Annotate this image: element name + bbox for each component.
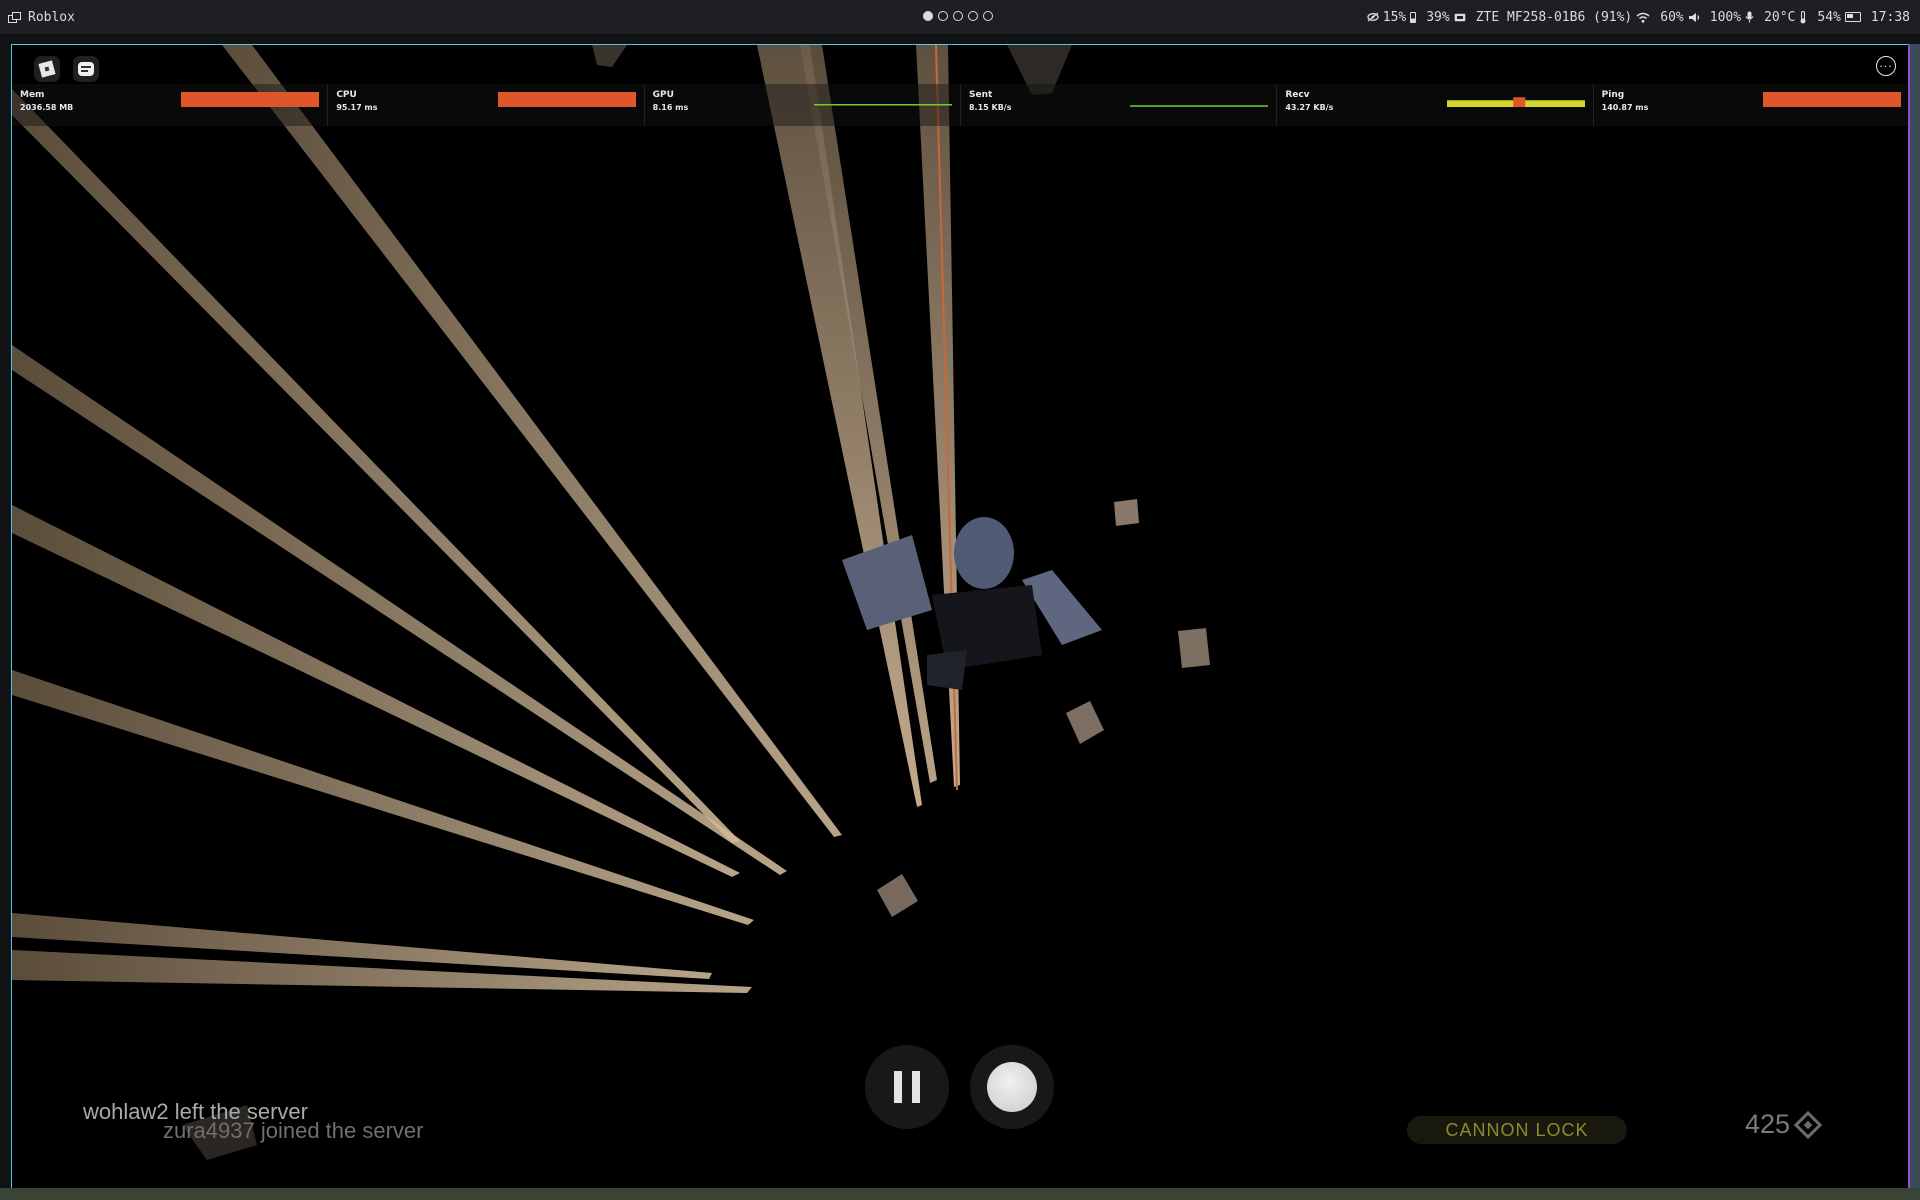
stat-name: CPU (336, 90, 357, 100)
workspace-5[interactable] (983, 11, 993, 21)
character-arm (842, 535, 932, 630)
battery-level: 54% (1817, 9, 1841, 25)
stat-graph (497, 92, 636, 107)
beam (800, 45, 937, 783)
pause-icon (894, 1071, 920, 1103)
system-tray: 15% 39% ZTE MF258-01B6 (91%) 60% 100% 20… (1367, 0, 1910, 34)
device-battery-level: 39% (1426, 9, 1450, 25)
game-scene (12, 45, 1210, 1160)
currency-amount: 425 (1745, 1109, 1791, 1139)
cannon-lock-button[interactable]: CANNON LOCK (1407, 1116, 1627, 1144)
volume-indicator[interactable]: 100% (1710, 10, 1754, 25)
stat-graph (1762, 92, 1901, 107)
record-icon (987, 1062, 1037, 1112)
device-battery-indicator[interactable]: 39% (1426, 9, 1466, 25)
desktop-background-strip (1908, 44, 1920, 1190)
roblox-logo-icon (38, 60, 56, 78)
network-indicator[interactable]: ZTE MF258-01B6 (91%) (1476, 10, 1651, 25)
stat-recv[interactable]: Recv 43.27 KB/s (1277, 84, 1594, 126)
network-name: ZTE MF258-01B6 (91%) (1475, 9, 1633, 25)
stat-cpu[interactable]: CPU 95.17 ms (328, 84, 645, 126)
window-icon (8, 11, 21, 23)
block (1178, 628, 1210, 668)
chat-button[interactable] (73, 56, 99, 82)
light-beams (12, 45, 960, 993)
battery-icon (1844, 12, 1861, 22)
clock-time: 17:38 (1870, 9, 1910, 25)
currency-display: 425 (1745, 1109, 1823, 1140)
brightness-level: 60% (1660, 9, 1684, 25)
stat-name: GPU (652, 90, 674, 100)
chat-bubble-icon (78, 62, 94, 76)
clock[interactable]: 17:38 (1871, 10, 1910, 25)
system-top-bar: Roblox 15% 39% ZTE MF258-01B6 (91%) 60% … (0, 0, 1920, 34)
stat-graph-fill (1762, 92, 1901, 107)
memory-icon (1454, 13, 1466, 21)
stat-gpu[interactable]: GPU 8.16 ms (645, 84, 961, 126)
volume-level: 100% (1709, 9, 1742, 25)
pause-button[interactable] (865, 1045, 949, 1129)
stat-value: 8.15 KB/s (968, 103, 1012, 112)
beam (12, 89, 740, 843)
desktop-background-strip (0, 1188, 1920, 1200)
cpu-usage: 15% (1382, 9, 1407, 25)
brightness-indicator[interactable]: 60% (1660, 10, 1699, 25)
device-battery-icon (1410, 11, 1417, 23)
stat-value: 140.87 ms (1601, 103, 1649, 112)
chat-feed-message: zura4937 joined the server (163, 1118, 424, 1143)
stat-value: 43.27 KB/s (1285, 103, 1334, 112)
record-button[interactable] (970, 1045, 1054, 1129)
cannon-lock-label: CANNON LOCK (1445, 1119, 1589, 1140)
workspace-switcher (923, 11, 993, 21)
stat-graph (181, 92, 320, 107)
stat-sent[interactable]: Sent 8.15 KB/s (961, 84, 1278, 126)
microphone-icon (1745, 11, 1754, 23)
speaker-icon (1688, 12, 1699, 22)
stat-name: Mem (20, 90, 45, 100)
stat-name: Recv (1285, 90, 1310, 100)
roblox-menu-button[interactable] (34, 56, 60, 82)
wifi-icon (1636, 12, 1650, 23)
beam (222, 45, 842, 837)
block (1066, 701, 1104, 744)
temperature-indicator[interactable]: 20°C (1764, 10, 1807, 25)
performance-stats-bar: Mem 2036.58 MB CPU 95.17 ms GPU 8.16 ms … (12, 84, 1909, 126)
stat-graph (1446, 97, 1585, 107)
stat-graph-fill (181, 92, 320, 107)
more-options-icon[interactable]: ··· (1876, 56, 1896, 76)
character-head (954, 517, 1014, 589)
workspace-4[interactable] (968, 11, 978, 21)
workspace-1[interactable] (923, 11, 933, 21)
battery-indicator[interactable]: 54% (1817, 9, 1861, 25)
workspace-2[interactable] (938, 11, 948, 21)
active-window[interactable]: Roblox (8, 0, 75, 34)
stat-graph (813, 104, 952, 106)
stat-value: 2036.58 MB (20, 103, 74, 112)
game-viewport[interactable]: ··· Mem 2036.58 MB CPU 95.17 ms GPU 8.16… (11, 44, 1910, 1190)
cpu-indicator[interactable]: 15% (1367, 9, 1417, 25)
stat-ping[interactable]: Ping 140.87 ms (1594, 84, 1909, 126)
temperature-value: 20°C (1764, 9, 1796, 25)
stat-graph-spike (1512, 97, 1525, 107)
thermometer-icon (1800, 10, 1806, 23)
stat-graph (1130, 105, 1269, 107)
block (1114, 499, 1139, 526)
workspace-3[interactable] (953, 11, 963, 21)
stat-graph-fill (497, 92, 636, 107)
character-leg (927, 650, 967, 690)
stat-name: Sent (968, 90, 993, 100)
block (592, 45, 627, 67)
stat-value: 95.17 ms (336, 103, 378, 112)
stat-mem[interactable]: Mem 2036.58 MB (12, 84, 329, 126)
currency-icon (1793, 1110, 1823, 1139)
stat-name: Ping (1601, 90, 1625, 100)
stat-value: 8.16 ms (652, 103, 689, 112)
eye-slash-icon (1367, 12, 1379, 22)
block (877, 874, 918, 917)
app-title: Roblox (28, 9, 75, 25)
